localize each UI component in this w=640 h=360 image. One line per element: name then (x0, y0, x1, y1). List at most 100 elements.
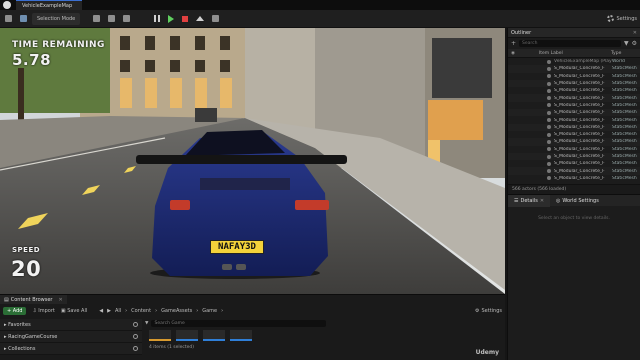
close-icon[interactable]: ✕ (58, 297, 62, 303)
static-mesh-icon (547, 147, 551, 152)
asset-thumbnail[interactable] (230, 330, 252, 341)
add-button[interactable]: + Add (3, 307, 27, 315)
blueprint-icon[interactable] (105, 13, 118, 25)
asset-filter-row: ▼ Search Game (145, 319, 505, 328)
static-mesh-icon (547, 125, 551, 130)
play-options-icon[interactable] (209, 13, 222, 25)
column-type[interactable]: Type (611, 51, 637, 56)
stop-button[interactable] (179, 13, 191, 25)
outliner-row-name: S_Modular_Concrete_F (554, 139, 605, 145)
outliner-row[interactable]: S_Modular_Concrete_F StaticMesh (508, 73, 640, 80)
outliner-row-type: StaticMesh (612, 139, 637, 145)
outliner-row[interactable]: VehicleExampleMap (Play In Editor)World (508, 58, 640, 65)
filter-icon[interactable]: ▼ (624, 40, 629, 47)
close-icon[interactable]: ✕ (633, 30, 637, 36)
static-mesh-icon (547, 118, 551, 123)
details-hint: Select an object to view details. (538, 216, 610, 221)
static-mesh-icon (547, 66, 551, 71)
folder-icon: ▤ (4, 296, 9, 303)
outliner-row[interactable]: S_Modular_Concrete_F StaticMesh (508, 175, 640, 182)
breadcrumb-content[interactable]: Content (131, 308, 151, 314)
outliner-row[interactable]: S_Modular_Concrete_F StaticMesh (508, 146, 640, 153)
outliner-columns: ◉ Item Label Type (508, 49, 640, 58)
outliner-row[interactable]: S_Modular_Concrete_F StaticMesh (508, 94, 640, 102)
play-button[interactable] (165, 13, 177, 25)
tab-details[interactable]: ☰ Details ✕ (508, 194, 551, 207)
outliner-row[interactable]: S_Modular_Concrete_F StaticMesh (508, 87, 640, 94)
asset-thumbnail[interactable] (149, 330, 171, 341)
visibility-column-icon[interactable]: ◉ (511, 51, 515, 56)
outliner-row[interactable]: S_Modular_Concrete_F StaticMesh (508, 152, 640, 161)
static-mesh-icon (547, 88, 551, 93)
cinematics-icon[interactable] (120, 13, 133, 25)
eject-button[interactable] (193, 13, 207, 25)
outliner-row[interactable]: S_Modular_Concrete_F StaticMesh (508, 116, 640, 123)
asset-thumbnail[interactable] (176, 330, 198, 341)
udemy-watermark: Udemy (475, 349, 499, 356)
outliner-row-name: S_Modular_Concrete_F (554, 154, 605, 159)
tab-map[interactable]: VehicleExampleMap (16, 0, 83, 10)
breadcrumb-gameassets[interactable]: GameAssets (161, 308, 192, 314)
search-icon[interactable] (133, 322, 138, 327)
save-icon[interactable] (2, 13, 15, 25)
outliner-row[interactable]: S_Modular_Concrete_F StaticMesh (508, 109, 640, 117)
import-button[interactable]: ⇩ Import (32, 308, 54, 314)
outliner-row-name: S_Modular_Concrete_F (554, 66, 605, 72)
outliner-row[interactable]: S_Modular_Concrete_F StaticMesh (508, 167, 640, 175)
forward-icon[interactable]: ▶ (107, 308, 111, 314)
search-icon[interactable] (133, 346, 138, 351)
settings-label: Settings (616, 15, 637, 22)
tab-world-settings[interactable]: ◎ World Settings (550, 195, 605, 207)
outliner-row-type: StaticMesh (612, 117, 637, 123)
outliner-row[interactable]: S_Modular_Concrete_F StaticMesh (508, 138, 640, 146)
section-favorites[interactable]: ▸ Favorites (0, 319, 142, 331)
import-label: Import (38, 308, 55, 314)
outliner-row[interactable]: S_Modular_Concrete_F StaticMesh (508, 131, 640, 138)
column-item-label[interactable]: Item Label (539, 51, 611, 56)
search-icon[interactable] (133, 334, 138, 339)
breadcrumb-game[interactable]: Game (202, 308, 217, 314)
outliner-row-type: StaticMesh (612, 110, 637, 116)
outliner-row-name: S_Modular_Concrete_F (554, 73, 605, 79)
static-mesh-icon (547, 132, 551, 137)
outliner-row[interactable]: S_Modular_Concrete_F StaticMesh (508, 123, 640, 131)
asset-search-input[interactable]: Search Game (151, 320, 327, 327)
static-mesh-icon (547, 154, 551, 159)
level-viewport[interactable]: TIME REMAINING 5.78 SPEED 20 NAFAY3D (0, 28, 505, 294)
speed-value: 20 (11, 257, 42, 281)
outliner-search-input[interactable]: Search (519, 40, 621, 47)
asset-thumbnail[interactable] (203, 330, 225, 341)
outliner-row-name: S_Modular_Concrete_F (554, 88, 605, 94)
back-icon[interactable]: ◀ (99, 308, 103, 314)
settings-button[interactable]: Settings (607, 15, 637, 22)
outliner-row[interactable]: S_Modular_Concrete_F StaticMesh (508, 65, 640, 73)
outliner-row[interactable]: S_Modular_Concrete_F StaticMesh (508, 79, 640, 88)
static-mesh-icon (547, 169, 551, 174)
filter-icon[interactable]: ▼ (145, 321, 148, 326)
mode-icon[interactable] (17, 13, 30, 25)
main-toolbar: Selection Mode Settings (0, 10, 640, 28)
outliner-settings-icon[interactable]: ⚙ (632, 40, 637, 47)
close-details-icon[interactable]: ✕ (540, 198, 544, 204)
section-racinggamecourse[interactable]: ▸ RacingGameCourse (0, 331, 142, 343)
time-remaining-label: TIME REMAINING (12, 40, 105, 50)
static-mesh-icon (547, 161, 551, 166)
outliner-row-type: StaticMesh (612, 168, 637, 174)
breadcrumb-all[interactable]: All (115, 308, 121, 314)
pause-button[interactable] (151, 13, 163, 25)
content-browser-settings-button[interactable]: ⚙ Settings (475, 308, 502, 314)
content-browser-title: Content Browser (10, 296, 53, 303)
outliner-row[interactable]: S_Modular_Concrete_F StaticMesh (508, 160, 640, 167)
outliner-title: Outliner (511, 29, 532, 36)
selection-mode-dropdown[interactable]: Selection Mode (32, 12, 81, 25)
tab-content-browser[interactable]: ▤ Content Browser ✕ (0, 295, 67, 304)
outliner-row[interactable]: S_Modular_Concrete_F StaticMesh (508, 102, 640, 109)
content-browser-toolbar: + Add ⇩ Import ▣ Save All ◀ ▶ All › Cont… (0, 305, 505, 317)
outliner-row-name: S_Modular_Concrete_F (554, 117, 605, 123)
add-filter-icon[interactable]: + (511, 40, 516, 47)
section-collections[interactable]: ▸ Collections (0, 343, 142, 355)
add-actor-icon[interactable] (90, 13, 103, 25)
outliner-row-type: StaticMesh (612, 95, 637, 101)
outliner-row-type: StaticMesh (612, 73, 637, 79)
save-all-button[interactable]: ▣ Save All (61, 308, 87, 314)
